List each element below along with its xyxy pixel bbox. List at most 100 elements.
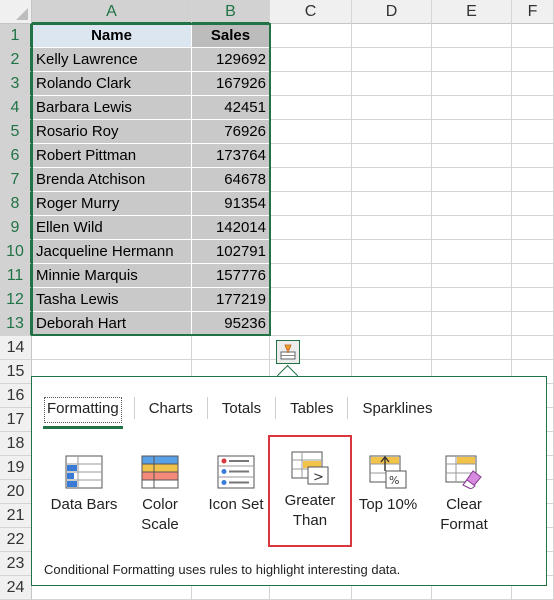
- empty-cell[interactable]: [270, 144, 352, 168]
- greater-than-button[interactable]: > Greater Than: [268, 435, 352, 547]
- row-header-17[interactable]: 17: [0, 408, 32, 432]
- empty-cell[interactable]: [512, 144, 554, 168]
- name-cell[interactable]: Barbara Lewis: [32, 96, 192, 120]
- clear-format-button[interactable]: Clear Format: [426, 441, 502, 535]
- sales-cell[interactable]: 76926: [192, 120, 270, 144]
- column-header-b[interactable]: B: [192, 0, 270, 24]
- icon-set-button[interactable]: Icon Set: [198, 441, 274, 515]
- row-header-20[interactable]: 20: [0, 480, 32, 504]
- name-cell[interactable]: Tasha Lewis: [32, 288, 192, 312]
- empty-cell[interactable]: [352, 336, 432, 360]
- empty-cell[interactable]: [270, 216, 352, 240]
- sales-cell[interactable]: 129692: [192, 48, 270, 72]
- empty-cell[interactable]: [270, 120, 352, 144]
- empty-cell[interactable]: [270, 264, 352, 288]
- name-cell[interactable]: Ellen Wild: [32, 216, 192, 240]
- empty-cell[interactable]: [432, 168, 512, 192]
- sales-cell[interactable]: 167926: [192, 72, 270, 96]
- empty-cell[interactable]: [432, 240, 512, 264]
- empty-cell[interactable]: [512, 312, 554, 336]
- row-header-23[interactable]: 23: [0, 552, 32, 576]
- empty-cell[interactable]: [432, 288, 512, 312]
- name-cell[interactable]: Deborah Hart: [32, 312, 192, 336]
- empty-cell[interactable]: [352, 240, 432, 264]
- sales-cell[interactable]: 142014: [192, 216, 270, 240]
- row-header-22[interactable]: 22: [0, 528, 32, 552]
- tab-sparklines[interactable]: Sparklines: [360, 397, 434, 423]
- empty-cell[interactable]: [432, 120, 512, 144]
- empty-cell[interactable]: [352, 312, 432, 336]
- row-header-7[interactable]: 7: [0, 168, 32, 192]
- row-header-19[interactable]: 19: [0, 456, 32, 480]
- empty-cell[interactable]: [432, 72, 512, 96]
- empty-cell[interactable]: [512, 192, 554, 216]
- empty-cell[interactable]: [270, 96, 352, 120]
- empty-cell[interactable]: [270, 288, 352, 312]
- row-header-16[interactable]: 16: [0, 384, 32, 408]
- name-cell[interactable]: Rosario Roy: [32, 120, 192, 144]
- top-10-button[interactable]: % Top 10%: [350, 441, 426, 515]
- row-header-1[interactable]: 1: [0, 24, 32, 48]
- empty-cell[interactable]: [270, 192, 352, 216]
- column-header-f[interactable]: F: [512, 0, 554, 24]
- tab-tables[interactable]: Tables: [288, 397, 335, 423]
- empty-cell[interactable]: [512, 96, 554, 120]
- select-all-corner[interactable]: [0, 0, 32, 24]
- name-cell[interactable]: Minnie Marquis: [32, 264, 192, 288]
- empty-cell[interactable]: [352, 216, 432, 240]
- name-cell[interactable]: Roger Murry: [32, 192, 192, 216]
- empty-cell[interactable]: [352, 192, 432, 216]
- tab-charts[interactable]: Charts: [147, 397, 195, 423]
- empty-cell[interactable]: [432, 144, 512, 168]
- row-header-8[interactable]: 8: [0, 192, 32, 216]
- row-header-18[interactable]: 18: [0, 432, 32, 456]
- color-scale-button[interactable]: Color Scale: [122, 441, 198, 535]
- empty-cell[interactable]: [512, 24, 554, 48]
- empty-cell[interactable]: [512, 120, 554, 144]
- empty-cell[interactable]: [352, 48, 432, 72]
- row-header-9[interactable]: 9: [0, 216, 32, 240]
- row-header-2[interactable]: 2: [0, 48, 32, 72]
- row-header-10[interactable]: 10: [0, 240, 32, 264]
- row-header-13[interactable]: 13: [0, 312, 32, 336]
- empty-cell[interactable]: [270, 312, 352, 336]
- row-header-6[interactable]: 6: [0, 144, 32, 168]
- empty-cell[interactable]: [512, 168, 554, 192]
- empty-cell[interactable]: [432, 48, 512, 72]
- row-header-15[interactable]: 15: [0, 360, 32, 384]
- sales-cell[interactable]: 157776: [192, 264, 270, 288]
- empty-cell[interactable]: [432, 336, 512, 360]
- sales-cell[interactable]: 95236: [192, 312, 270, 336]
- tab-totals[interactable]: Totals: [220, 397, 263, 423]
- empty-cell[interactable]: [512, 336, 554, 360]
- row-header-21[interactable]: 21: [0, 504, 32, 528]
- column-header-c[interactable]: C: [270, 0, 352, 24]
- column-header-a[interactable]: A: [32, 0, 192, 24]
- quick-analysis-button[interactable]: [276, 340, 300, 364]
- empty-cell[interactable]: [432, 264, 512, 288]
- empty-cell[interactable]: [432, 192, 512, 216]
- empty-cell[interactable]: [512, 240, 554, 264]
- empty-cell[interactable]: [352, 72, 432, 96]
- name-cell[interactable]: Kelly Lawrence: [32, 48, 192, 72]
- row-header-14[interactable]: 14: [0, 336, 32, 360]
- empty-cell[interactable]: [432, 24, 512, 48]
- empty-cell[interactable]: [192, 336, 270, 360]
- row-header-3[interactable]: 3: [0, 72, 32, 96]
- empty-cell[interactable]: [352, 168, 432, 192]
- sales-cell[interactable]: 173764: [192, 144, 270, 168]
- name-header-cell[interactable]: Name: [32, 24, 192, 48]
- sales-cell[interactable]: 64678: [192, 168, 270, 192]
- empty-cell[interactable]: [270, 24, 352, 48]
- empty-cell[interactable]: [512, 48, 554, 72]
- sales-cell[interactable]: 102791: [192, 240, 270, 264]
- empty-cell[interactable]: [512, 72, 554, 96]
- sales-cell[interactable]: 91354: [192, 192, 270, 216]
- sales-cell[interactable]: 177219: [192, 288, 270, 312]
- name-cell[interactable]: Jacqueline Hermann: [32, 240, 192, 264]
- name-cell[interactable]: Brenda Atchison: [32, 168, 192, 192]
- empty-cell[interactable]: [432, 96, 512, 120]
- empty-cell[interactable]: [512, 216, 554, 240]
- empty-cell[interactable]: [432, 312, 512, 336]
- sales-cell[interactable]: 42451: [192, 96, 270, 120]
